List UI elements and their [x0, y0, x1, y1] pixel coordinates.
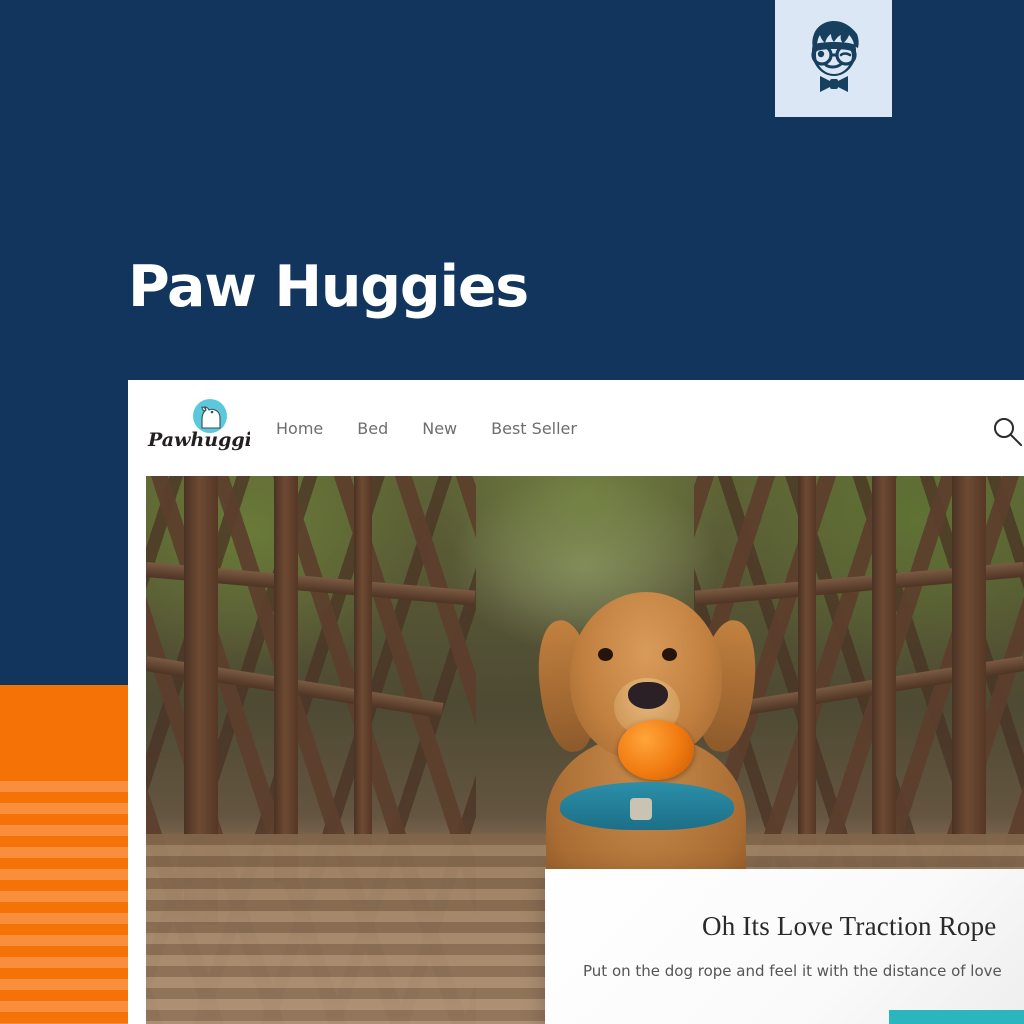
nav-item-best-seller[interactable]: Best Seller: [491, 419, 577, 438]
orange-stripes: [0, 770, 128, 1024]
website-mockup: Pawhuggies Home Bed New Best Seller: [128, 380, 1024, 1024]
dog-nose: [628, 682, 668, 709]
dog-photo-subject: [532, 586, 762, 916]
shop-now-button[interactable]: SHOP NOW: [889, 1010, 1024, 1024]
hero-banner: Oh Its Love Traction Rope Put on the dog…: [146, 476, 1024, 1024]
search-icon[interactable]: [990, 414, 1024, 448]
site-logo-wordmark: Pawhuggies: [147, 429, 250, 451]
bridge-post: [798, 476, 816, 849]
site-logo[interactable]: Pawhuggies: [146, 398, 250, 456]
poster-canvas: Paw Huggies Pawhuggies Home: [0, 0, 1024, 1024]
page-title: Paw Huggies: [128, 254, 529, 320]
promo-title: Oh Its Love Traction Rope: [702, 911, 997, 941]
nav-item-home[interactable]: Home: [276, 419, 323, 438]
site-navbar: Pawhuggies Home Bed New Best Seller: [128, 380, 1024, 476]
bridge-post: [274, 476, 298, 882]
orange-ball: [618, 720, 694, 780]
nav-item-new[interactable]: New: [422, 419, 457, 438]
dog-collar-tag: [630, 798, 652, 820]
orange-stripe-panel: [0, 685, 128, 1024]
orange-solid-block: [0, 685, 128, 770]
dog-eye-right: [662, 648, 677, 661]
promo-subtitle: Put on the dog rope and feel it with the…: [583, 962, 1002, 980]
nav-links: Home Bed New Best Seller: [276, 380, 577, 476]
bespectacled-face-with-bowtie-icon: [797, 17, 871, 101]
promo-card: Oh Its Love Traction Rope Put on the dog…: [545, 869, 1024, 1024]
bridge-post: [354, 476, 372, 849]
brand-logo-tile: [775, 0, 892, 117]
dog-eye-left: [598, 648, 613, 661]
nav-item-bed[interactable]: Bed: [357, 419, 388, 438]
bridge-post: [872, 476, 896, 882]
